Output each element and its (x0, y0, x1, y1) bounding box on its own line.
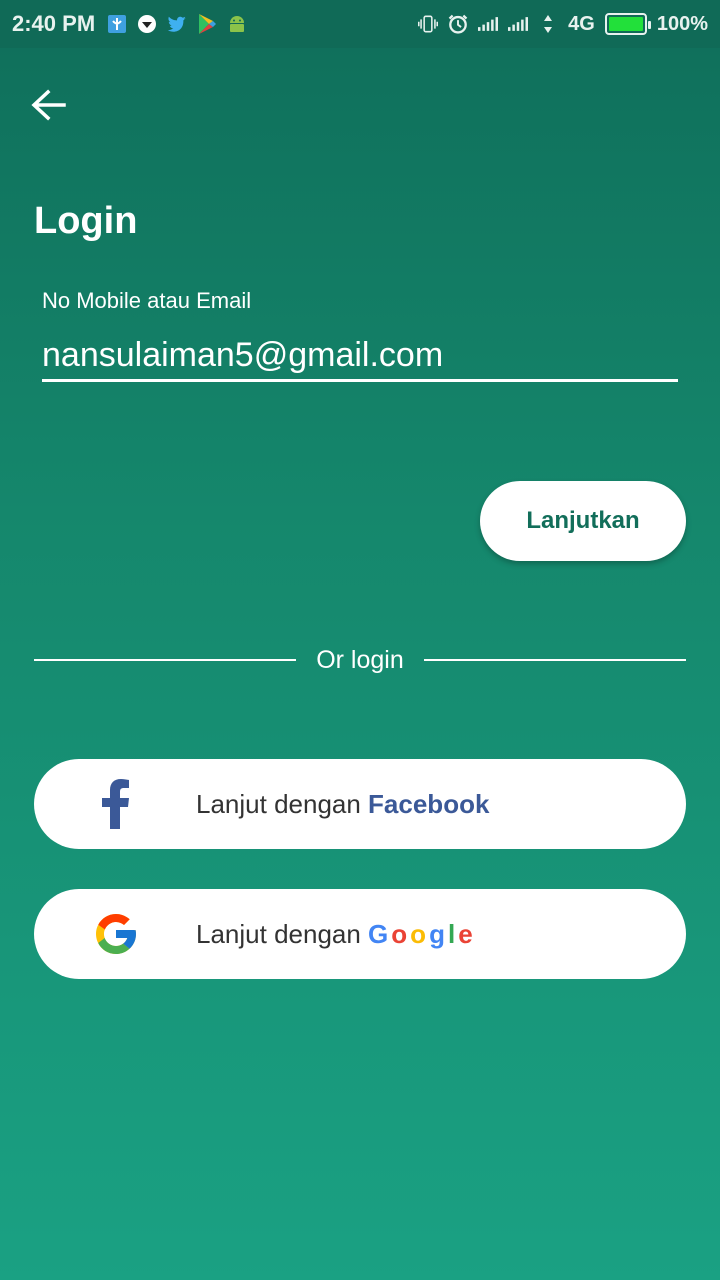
facebook-brand-text: Facebook (368, 789, 490, 819)
google-letter: l (447, 919, 459, 949)
page-title: Login (34, 200, 138, 242)
facebook-login-button[interactable]: Lanjut dengan Facebook (34, 759, 686, 849)
google-login-button[interactable]: Lanjut dengan Google (34, 889, 686, 979)
google-brand-text: Google (368, 919, 476, 949)
divider-left-line (34, 659, 296, 661)
facebook-label-prefix: Lanjut dengan (196, 789, 369, 819)
alarm-icon (448, 14, 468, 34)
facebook-icon (90, 778, 142, 830)
google-letter: e (458, 919, 476, 949)
divider-text: Or login (316, 646, 404, 674)
google-letter: o (410, 919, 430, 949)
divider-right-line (424, 659, 686, 661)
shield-icon (137, 14, 157, 34)
email-field[interactable] (42, 330, 678, 382)
twitter-icon (167, 14, 187, 34)
play-store-icon (197, 14, 217, 34)
notification-icons (107, 14, 247, 34)
data-arrows-icon (538, 14, 558, 34)
google-button-label: Lanjut dengan Google (196, 889, 476, 979)
status-right: 4G 100% (418, 13, 708, 36)
app-icon (107, 14, 127, 34)
status-time: 2:40 PM (12, 11, 96, 36)
facebook-button-label: Lanjut dengan Facebook (196, 759, 489, 849)
status-bar: 2:40 PM 4G 100% (0, 0, 720, 48)
google-letter: G (368, 919, 392, 949)
google-icon (90, 908, 142, 960)
battery-icon (604, 13, 651, 35)
vibrate-icon (418, 14, 439, 34)
google-letter: o (391, 919, 411, 949)
android-icon (227, 14, 247, 34)
back-button[interactable] (28, 84, 72, 128)
battery-percent: 100% (656, 12, 708, 35)
email-field-label: No Mobile atau Email (42, 288, 252, 313)
network-type: 4G (568, 12, 595, 35)
google-letter: g (429, 919, 448, 949)
arrow-left-icon (28, 89, 72, 132)
google-label-prefix: Lanjut dengan (196, 919, 369, 949)
signal-icon-2 (508, 14, 529, 34)
signal-icon (478, 14, 499, 34)
continue-button[interactable]: Lanjutkan (480, 481, 686, 561)
